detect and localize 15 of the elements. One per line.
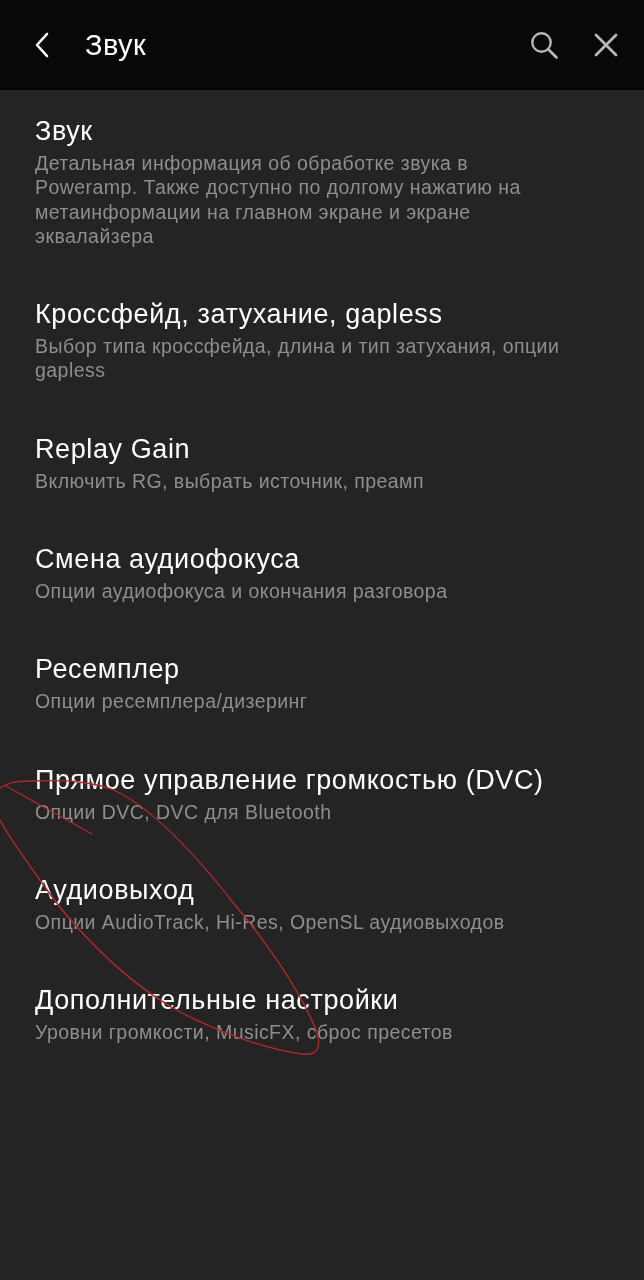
toolbar-title: Звук bbox=[85, 28, 148, 62]
close-icon bbox=[594, 33, 618, 57]
setting-summary: Опции ресемплера/дизеринг bbox=[35, 689, 308, 714]
setting-title[interactable]: Прямое управление громкостью (DVC) bbox=[35, 762, 544, 797]
search-icon bbox=[530, 31, 558, 59]
setting-title[interactable]: Ресемплер bbox=[35, 652, 180, 687]
setting-summary: Опции аудиофокуса и окончания разговора bbox=[35, 579, 448, 604]
setting-title[interactable]: Звук bbox=[35, 114, 93, 148]
setting-title[interactable]: Replay Gain bbox=[35, 431, 191, 466]
setting-summary: Выбор типа кроссфейда, длина и тип затухания, опции gapless bbox=[35, 334, 561, 383]
setting-title[interactable]: Смена аудиофокуса bbox=[35, 542, 300, 577]
setting-summary: Детальная информация об обработке звука в Poweramp. Также доступно по долгому нажатию на метаинформации на главном экране и экране эквалайзера bbox=[35, 151, 522, 249]
setting-title[interactable]: Кроссфейд, затухание, gapless bbox=[35, 297, 443, 332]
setting-summary: Включить RG, выбрать источник, преамп bbox=[35, 468, 424, 494]
chevron-left-icon bbox=[35, 32, 49, 58]
